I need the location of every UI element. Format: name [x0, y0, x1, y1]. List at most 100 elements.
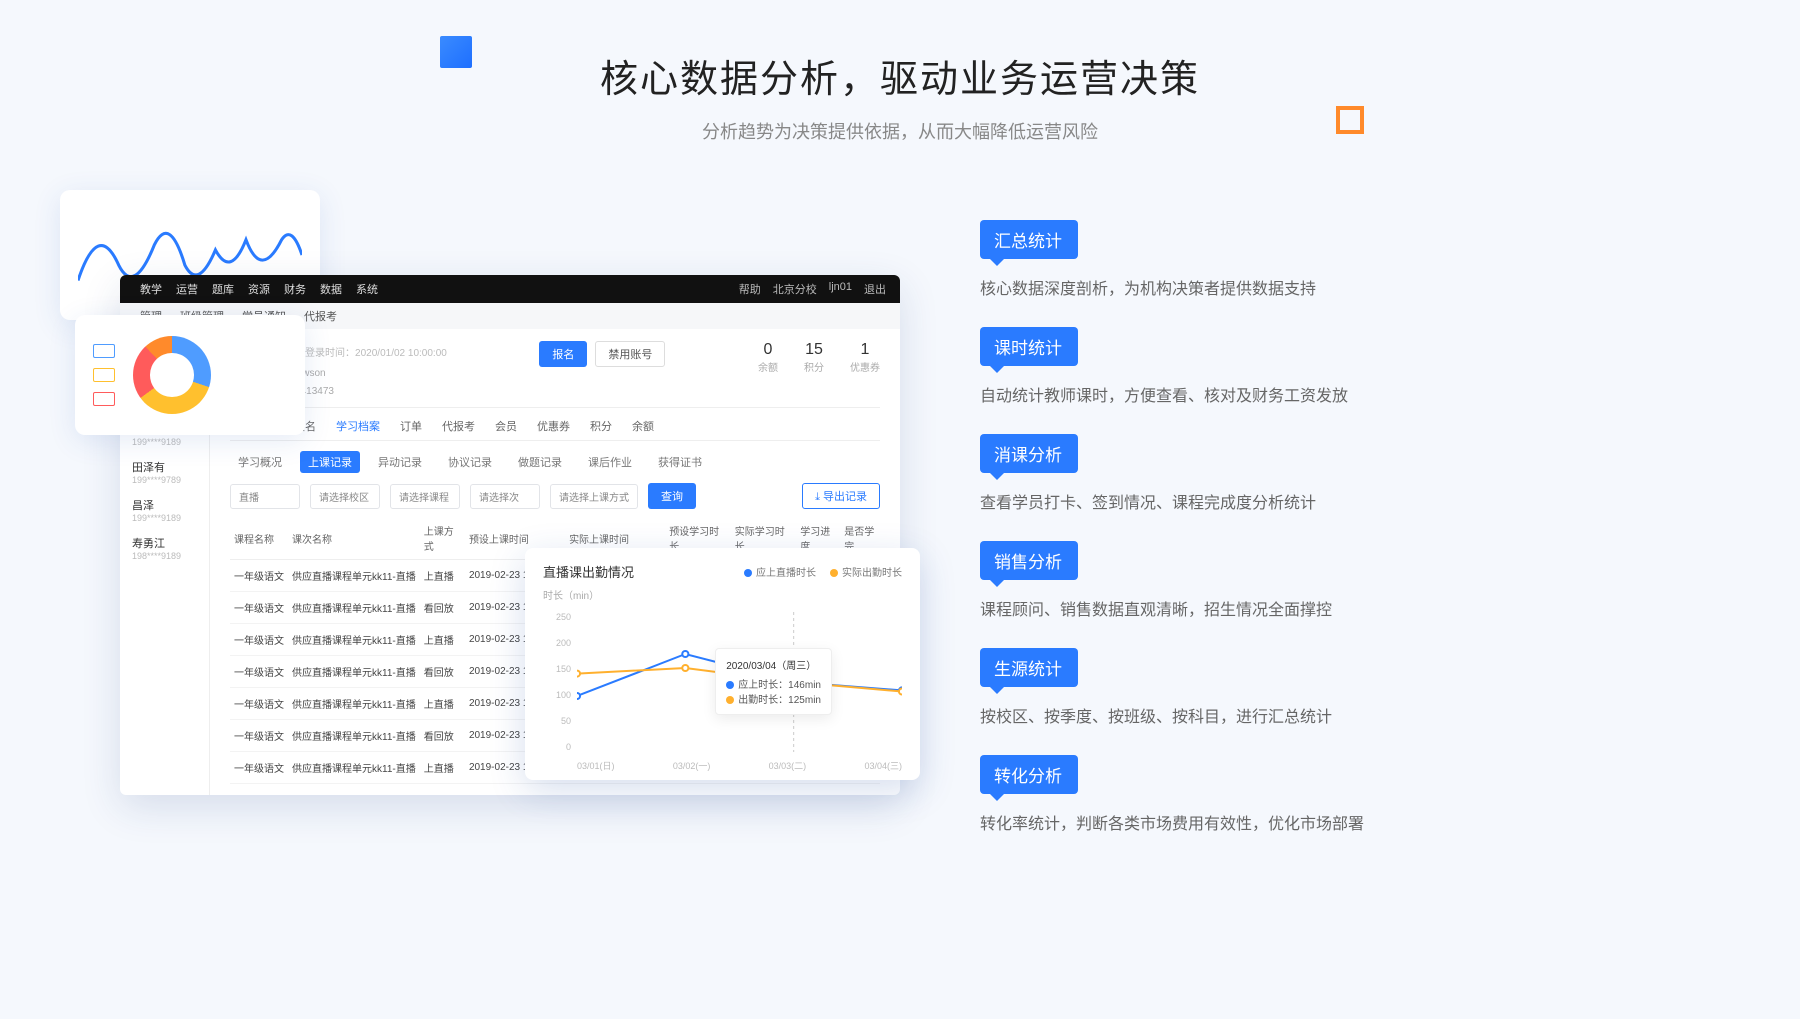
feature-tag: 生源统计	[980, 648, 1078, 687]
topnav: 教学运营题库资源财务数据系统	[120, 281, 739, 297]
feature-desc: 转化率统计，判断各类市场费用有效性，优化市场部署	[980, 810, 1580, 834]
chart-title: 直播课出勤情况	[543, 562, 634, 581]
feature-desc: 课程顾问、销售数据直观清晰，招生情况全面撑控	[980, 596, 1580, 620]
tooltip-date: 2020/03/04（周三）	[726, 657, 821, 672]
x-tick: 03/01(日)	[577, 759, 615, 772]
legend-item: 应上直播时长	[744, 564, 816, 579]
hero-title-text: 核心数据分析，驱动业务运营决策	[400, 48, 1400, 103]
decor-square-blue	[440, 36, 472, 68]
kpi: 15积分	[804, 341, 824, 374]
student-kpis: 0余额15积分1优惠券	[758, 341, 880, 374]
chart-legend: 应上直播时长实际出勤时长	[744, 564, 902, 579]
sidebar-item[interactable]: 寿勇江198****9189	[120, 529, 209, 567]
sidebar-item[interactable]: 昌泽199****9189	[120, 491, 209, 529]
nav-item[interactable]: 数据	[320, 281, 342, 297]
nav-item[interactable]: 财务	[284, 281, 306, 297]
feature-tag: 转化分析	[980, 755, 1078, 794]
student-header: 仝卿致 最后登录时间：2020/01/02 10:00:00 用户户： Ian.…	[230, 341, 880, 408]
secondary-tab[interactable]: 课后作业	[580, 451, 640, 473]
subnav-item[interactable]: 代报考	[304, 308, 337, 324]
export-button[interactable]: ⤓ 导出记录	[802, 483, 880, 509]
sidebar-item[interactable]: 田泽有199****9789	[120, 453, 209, 491]
mini-legend	[93, 344, 115, 406]
feature-desc: 查看学员打卡、签到情况、课程完成度分析统计	[980, 489, 1580, 513]
feature-item: 消课分析查看学员打卡、签到情况、课程完成度分析统计	[980, 434, 1580, 513]
chart-tooltip: 2020/03/04（周三） 应上时长：146min出勤时长：125min	[715, 648, 832, 715]
secondary-tab[interactable]: 获得证书	[650, 451, 710, 473]
primary-tab[interactable]: 优惠券	[537, 418, 570, 434]
feature-item: 转化分析转化率统计，判断各类市场费用有效性，优化市场部署	[980, 755, 1580, 834]
x-tick: 03/02(一)	[673, 759, 711, 772]
signup-button[interactable]: 报名	[539, 341, 587, 367]
campus-select[interactable]: 北京分校	[773, 281, 817, 297]
primary-tab[interactable]: 积分	[590, 418, 612, 434]
feature-item: 汇总统计核心数据深度剖析，为机构决策者提供数据支持	[980, 220, 1580, 299]
feature-tag: 销售分析	[980, 541, 1078, 580]
y-tick: 150	[543, 664, 571, 674]
nav-item[interactable]: 资源	[248, 281, 270, 297]
y-tick: 50	[543, 716, 571, 726]
nav-item[interactable]: 题库	[212, 281, 234, 297]
filter-row: 直播 请选择校区 请选择课程 请选择次 请选择上课方式 查询 ⤓ 导出记录	[230, 483, 880, 517]
primary-tab[interactable]: 代报考	[442, 418, 475, 434]
feature-item: 课时统计自动统计教师课时，方便查看、核对及财务工资发放	[980, 327, 1580, 406]
filter-lesson[interactable]: 请选择次	[470, 484, 540, 509]
secondary-tabs: 学习概况上课记录异动记录协议记录做题记录课后作业获得证书	[230, 441, 880, 483]
filter-mode[interactable]: 请选择上课方式	[550, 484, 638, 509]
column-header: 课程名称	[230, 517, 288, 560]
primary-tab[interactable]: 学习档案	[336, 418, 380, 434]
secondary-tab[interactable]: 异动记录	[370, 451, 430, 473]
y-tick: 200	[543, 638, 571, 648]
filter-class[interactable]: 请选择课程	[390, 484, 460, 509]
x-tick: 03/03(二)	[769, 759, 807, 772]
legend-swatch	[93, 344, 115, 358]
x-tick: 03/04(三)	[864, 759, 902, 772]
export-label: 导出记录	[823, 491, 867, 503]
nav-item[interactable]: 系统	[356, 281, 378, 297]
chart-ylabel: 时长（min）	[543, 587, 902, 602]
legend-swatch	[93, 392, 115, 406]
nav-item[interactable]: 教学	[140, 281, 162, 297]
filter-campus[interactable]: 请选择校区	[310, 484, 380, 509]
disable-account-button[interactable]: 禁用账号	[595, 341, 665, 367]
primary-tab[interactable]: 余额	[632, 418, 654, 434]
secondary-tab[interactable]: 学习概况	[230, 451, 290, 473]
logout-link[interactable]: 退出	[864, 281, 886, 297]
secondary-tab[interactable]: 协议记录	[440, 451, 500, 473]
primary-tab[interactable]: 会员	[495, 418, 517, 434]
last-login: 最后登录时间：2020/01/02 10:00:00	[285, 348, 447, 359]
secondary-tab[interactable]: 做题记录	[510, 451, 570, 473]
tooltip-row: 出勤时长：125min	[726, 691, 821, 706]
y-tick: 100	[543, 690, 571, 700]
user-menu[interactable]: ljn01	[829, 281, 852, 297]
chart-x-ticks: 03/01(日) 03/02(一) 03/03(二) 03/04(三)	[577, 759, 902, 772]
filter-type[interactable]: 直播	[230, 484, 300, 509]
column-header: 课次名称	[288, 517, 420, 560]
secondary-tab[interactable]: 上课记录	[300, 451, 360, 473]
y-tick: 250	[543, 612, 571, 622]
feature-desc: 核心数据深度剖析，为机构决策者提供数据支持	[980, 275, 1580, 299]
mini-pie-chart-card	[75, 315, 305, 435]
legend-item: 实际出勤时长	[830, 564, 902, 579]
nav-item[interactable]: 运营	[176, 281, 198, 297]
table-row[interactable]: 一年级语文供应直播课程单元kk11-直播看回放2019-02-23 11:00:…	[230, 784, 880, 796]
primary-tab[interactable]: 订单	[400, 418, 422, 434]
help-link[interactable]: 帮助	[739, 281, 761, 297]
y-tick: 0	[543, 742, 571, 752]
hero-subtitle: 分析趋势为决策提供依据，从而大幅降低运营风险	[400, 118, 1400, 144]
chart-y-ticks: 250 200 150 100 50 0	[543, 612, 571, 752]
tooltip-row: 应上时长：146min	[726, 676, 821, 691]
legend-swatch	[93, 368, 115, 382]
feature-desc: 自动统计教师课时，方便查看、核对及财务工资发放	[980, 382, 1580, 406]
feature-tag: 消课分析	[980, 434, 1078, 473]
kpi: 0余额	[758, 341, 778, 374]
feature-item: 销售分析课程顾问、销售数据直观清晰，招生情况全面撑控	[980, 541, 1580, 620]
attendance-chart-card: 直播课出勤情况 应上直播时长实际出勤时长 时长（min） 250 200 150 10…	[525, 548, 920, 780]
feature-tag: 课时统计	[980, 327, 1078, 366]
column-header: 上课方式	[420, 517, 465, 560]
app-topbar: 教学运营题库资源财务数据系统 帮助 北京分校 ljn01 退出	[120, 275, 900, 303]
feature-tag: 汇总统计	[980, 220, 1078, 259]
primary-tabs: 咨询记录报名学习档案订单代报考会员优惠券积分余额	[230, 408, 880, 441]
search-button[interactable]: 查询	[648, 483, 696, 509]
hero-heading: 核心数据分析，驱动业务运营决策	[400, 48, 1400, 103]
